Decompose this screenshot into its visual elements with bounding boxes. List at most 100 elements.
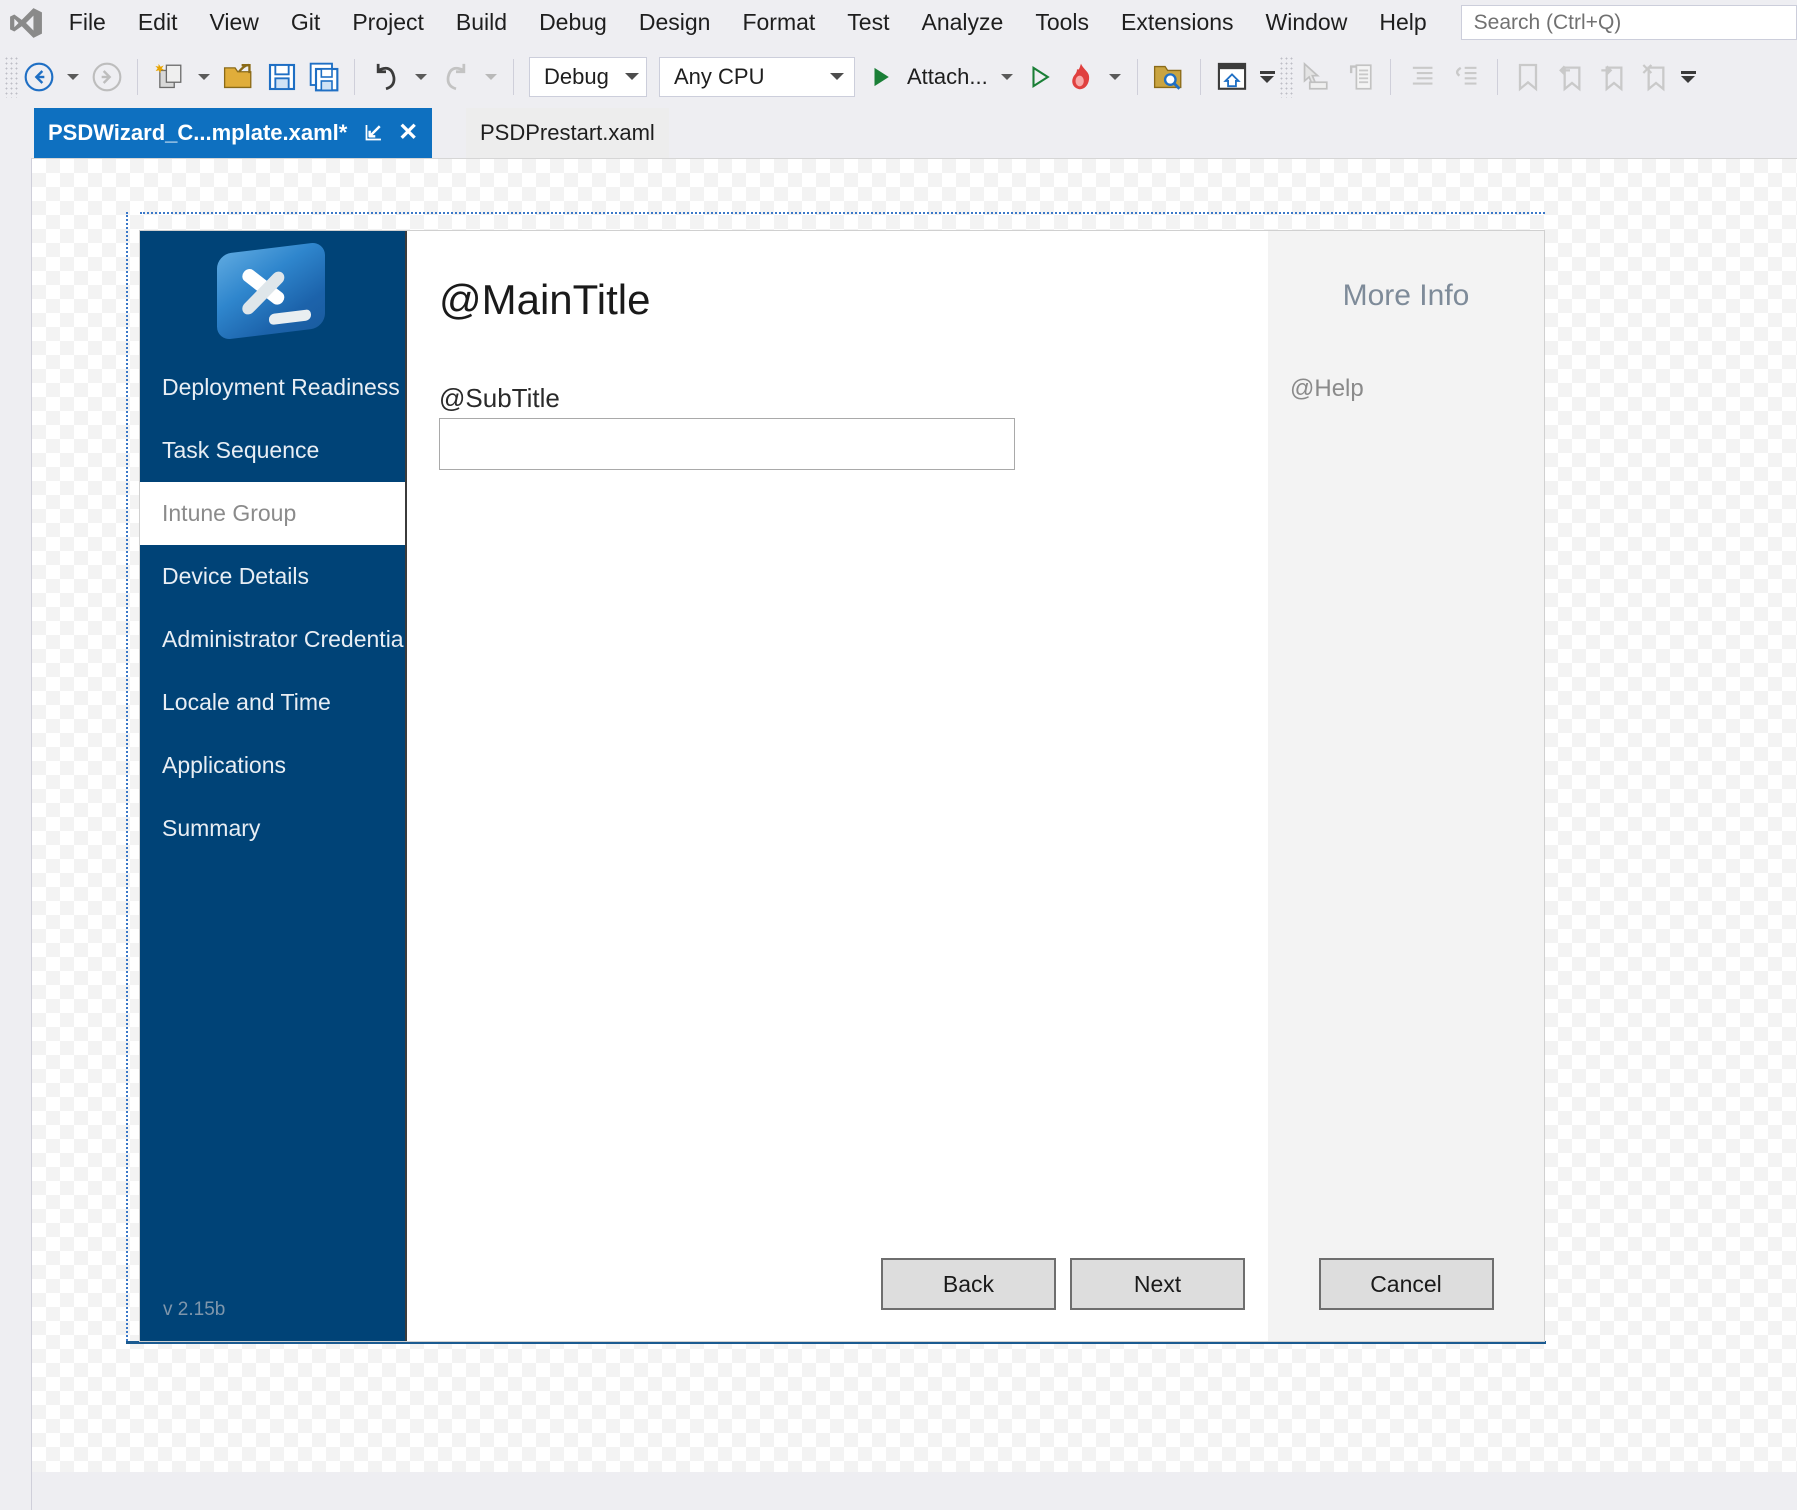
navigate-back-dropdown-icon[interactable]: [67, 73, 79, 80]
redo-dropdown-icon[interactable]: [485, 73, 497, 80]
undo-icon[interactable]: [364, 54, 408, 100]
decrease-indent-icon[interactable]: [1444, 54, 1488, 100]
next-bookmark-icon[interactable]: [1591, 54, 1633, 100]
toggle-bookmark-icon[interactable]: [1507, 54, 1549, 100]
menu-item-test[interactable]: Test: [831, 0, 905, 45]
back-button[interactable]: Back: [881, 1258, 1056, 1310]
wizard-help-pane: More Info @Help Cancel: [1268, 231, 1544, 1341]
menu-item-window[interactable]: Window: [1250, 0, 1364, 45]
tab-label: PSDPrestart.xaml: [480, 120, 655, 145]
toolbar-overflow-icon[interactable]: [1680, 70, 1696, 83]
wizard-nav-list: Deployment Readiness Task Sequence Intun…: [140, 356, 420, 860]
sidebar-item-applications[interactable]: Applications: [140, 734, 405, 797]
chevron-down-icon: [624, 73, 639, 80]
start-dropdown-icon[interactable]: [1000, 73, 1013, 80]
configuration-combo[interactable]: Debug: [529, 56, 647, 97]
tab-psdwizard-template[interactable]: PSDWizard_C...mplate.xaml* ⇲ ✕: [34, 108, 433, 158]
toolbar-separator: [1496, 58, 1498, 95]
new-item-dropdown-icon[interactable]: [198, 73, 210, 80]
tab-psdprestart[interactable]: PSDPrestart.xaml: [466, 108, 669, 158]
selection-adorner-top: [140, 212, 1545, 214]
toolbar-overflow-icon[interactable]: [1259, 70, 1275, 83]
menu-bar: File Edit View Git Project Build Debug D…: [0, 0, 1797, 45]
sidebar-item-locale-and-time[interactable]: Locale and Time: [140, 671, 405, 734]
xaml-designer-surface[interactable]: Deployment Readiness Task Sequence Intun…: [32, 158, 1797, 1510]
next-button[interactable]: Next: [1070, 1258, 1245, 1310]
sidebar-item-label: Locale and Time: [162, 689, 331, 715]
psd-wizard-preview: Deployment Readiness Task Sequence Intun…: [140, 231, 1544, 1341]
menu-item-analyze[interactable]: Analyze: [905, 0, 1019, 45]
help-body: @Help: [1290, 375, 1364, 402]
pin-tab-icon[interactable]: ⇲: [365, 121, 382, 146]
undo-dropdown-icon[interactable]: [415, 73, 427, 80]
designer-bottom-strip: [32, 1472, 1797, 1510]
menu-item-debug[interactable]: Debug: [523, 0, 623, 45]
find-in-files-icon[interactable]: [1147, 54, 1191, 100]
sidebar-item-label: Intune Group: [162, 500, 297, 526]
menu-item-help[interactable]: Help: [1363, 0, 1442, 45]
redo-icon[interactable]: [434, 54, 478, 100]
menu-item-view[interactable]: View: [193, 0, 274, 45]
sidebar-item-deployment-readiness[interactable]: Deployment Readiness: [140, 356, 405, 419]
comment-selection-icon[interactable]: [1337, 54, 1381, 100]
document-tab-strip: PSDWizard_C...mplate.xaml* ⇲ ✕ PSDPresta…: [0, 108, 1797, 158]
previous-bookmark-icon[interactable]: [1549, 54, 1591, 100]
save-icon[interactable]: [261, 54, 303, 100]
wizard-main-pane: @MainTitle @SubTitle Back Next: [405, 231, 1268, 1341]
visual-studio-logo-icon: [0, 0, 53, 45]
sidebar-item-label: Summary: [162, 815, 261, 841]
sidebar-item-administrator-credentials[interactable]: Administrator Credentials: [140, 608, 420, 671]
increase-indent-icon[interactable]: [1400, 54, 1444, 100]
navigate-forward-icon[interactable]: [86, 54, 128, 100]
wizard-sidebar: Deployment Readiness Task Sequence Intun…: [140, 231, 420, 1341]
toolbar-separator: [354, 58, 355, 95]
page-title: @MainTitle: [439, 276, 651, 323]
version-label: v 2.15b: [163, 1299, 226, 1320]
open-file-icon[interactable]: [217, 54, 261, 100]
menu-item-build[interactable]: Build: [440, 0, 523, 45]
sidebar-item-label: Applications: [162, 752, 287, 778]
designer-baseline: [126, 1341, 1546, 1344]
sidebar-item-intune-group[interactable]: Intune Group: [140, 482, 405, 545]
sidebar-item-device-details[interactable]: Device Details: [140, 545, 405, 608]
close-tab-icon[interactable]: ✕: [398, 121, 418, 145]
intune-group-input[interactable]: [439, 418, 1015, 470]
platform-value: Any CPU: [674, 63, 765, 89]
navigate-back-icon[interactable]: [18, 54, 60, 100]
hot-reload-dropdown-icon[interactable]: [1108, 73, 1121, 80]
menu-item-format[interactable]: Format: [726, 0, 831, 45]
search-box[interactable]: Search (Ctrl+Q): [1460, 5, 1797, 40]
selection-adorner-left: [126, 212, 128, 1341]
clear-bookmarks-icon[interactable]: [1633, 54, 1675, 100]
menu-item-edit[interactable]: Edit: [122, 0, 194, 45]
start-debug-play-icon[interactable]: [861, 54, 901, 100]
toolbar-separator: [137, 58, 138, 95]
menu-item-design[interactable]: Design: [623, 0, 727, 45]
save-all-icon[interactable]: [303, 54, 345, 100]
toolbar-separator: [1389, 58, 1391, 95]
sidebar-item-label: Task Sequence: [162, 437, 320, 463]
menu-item-tools[interactable]: Tools: [1019, 0, 1105, 45]
toolbar-grip[interactable]: [1278, 55, 1293, 98]
platform-combo[interactable]: Any CPU: [659, 56, 855, 97]
menu-item-file[interactable]: File: [53, 0, 122, 45]
wizard-cancel-bar: Cancel: [1268, 1258, 1544, 1310]
start-without-debugging-icon[interactable]: [1020, 54, 1060, 100]
sidebar-item-summary[interactable]: Summary: [140, 797, 405, 860]
cancel-button[interactable]: Cancel: [1318, 1258, 1494, 1310]
new-item-icon[interactable]: [147, 54, 191, 100]
solution-explorer-icon[interactable]: [1210, 54, 1254, 100]
toolbar-separator: [513, 58, 514, 95]
pointer-select-icon[interactable]: [1293, 54, 1337, 100]
help-title: More Info: [1342, 279, 1470, 312]
menu-item-extensions[interactable]: Extensions: [1105, 0, 1250, 45]
hot-reload-flame-icon[interactable]: [1060, 54, 1102, 100]
menu-item-git[interactable]: Git: [275, 0, 336, 45]
sidebar-item-task-sequence[interactable]: Task Sequence: [140, 419, 405, 482]
powershell-logo-icon: [217, 241, 325, 341]
tab-label: PSDWizard_C...mplate.xaml*: [48, 120, 348, 145]
chevron-down-icon: [830, 73, 844, 80]
toolbar-grip[interactable]: [4, 55, 18, 98]
menu-item-project[interactable]: Project: [336, 0, 440, 45]
start-button-label[interactable]: Attach...: [901, 64, 994, 90]
